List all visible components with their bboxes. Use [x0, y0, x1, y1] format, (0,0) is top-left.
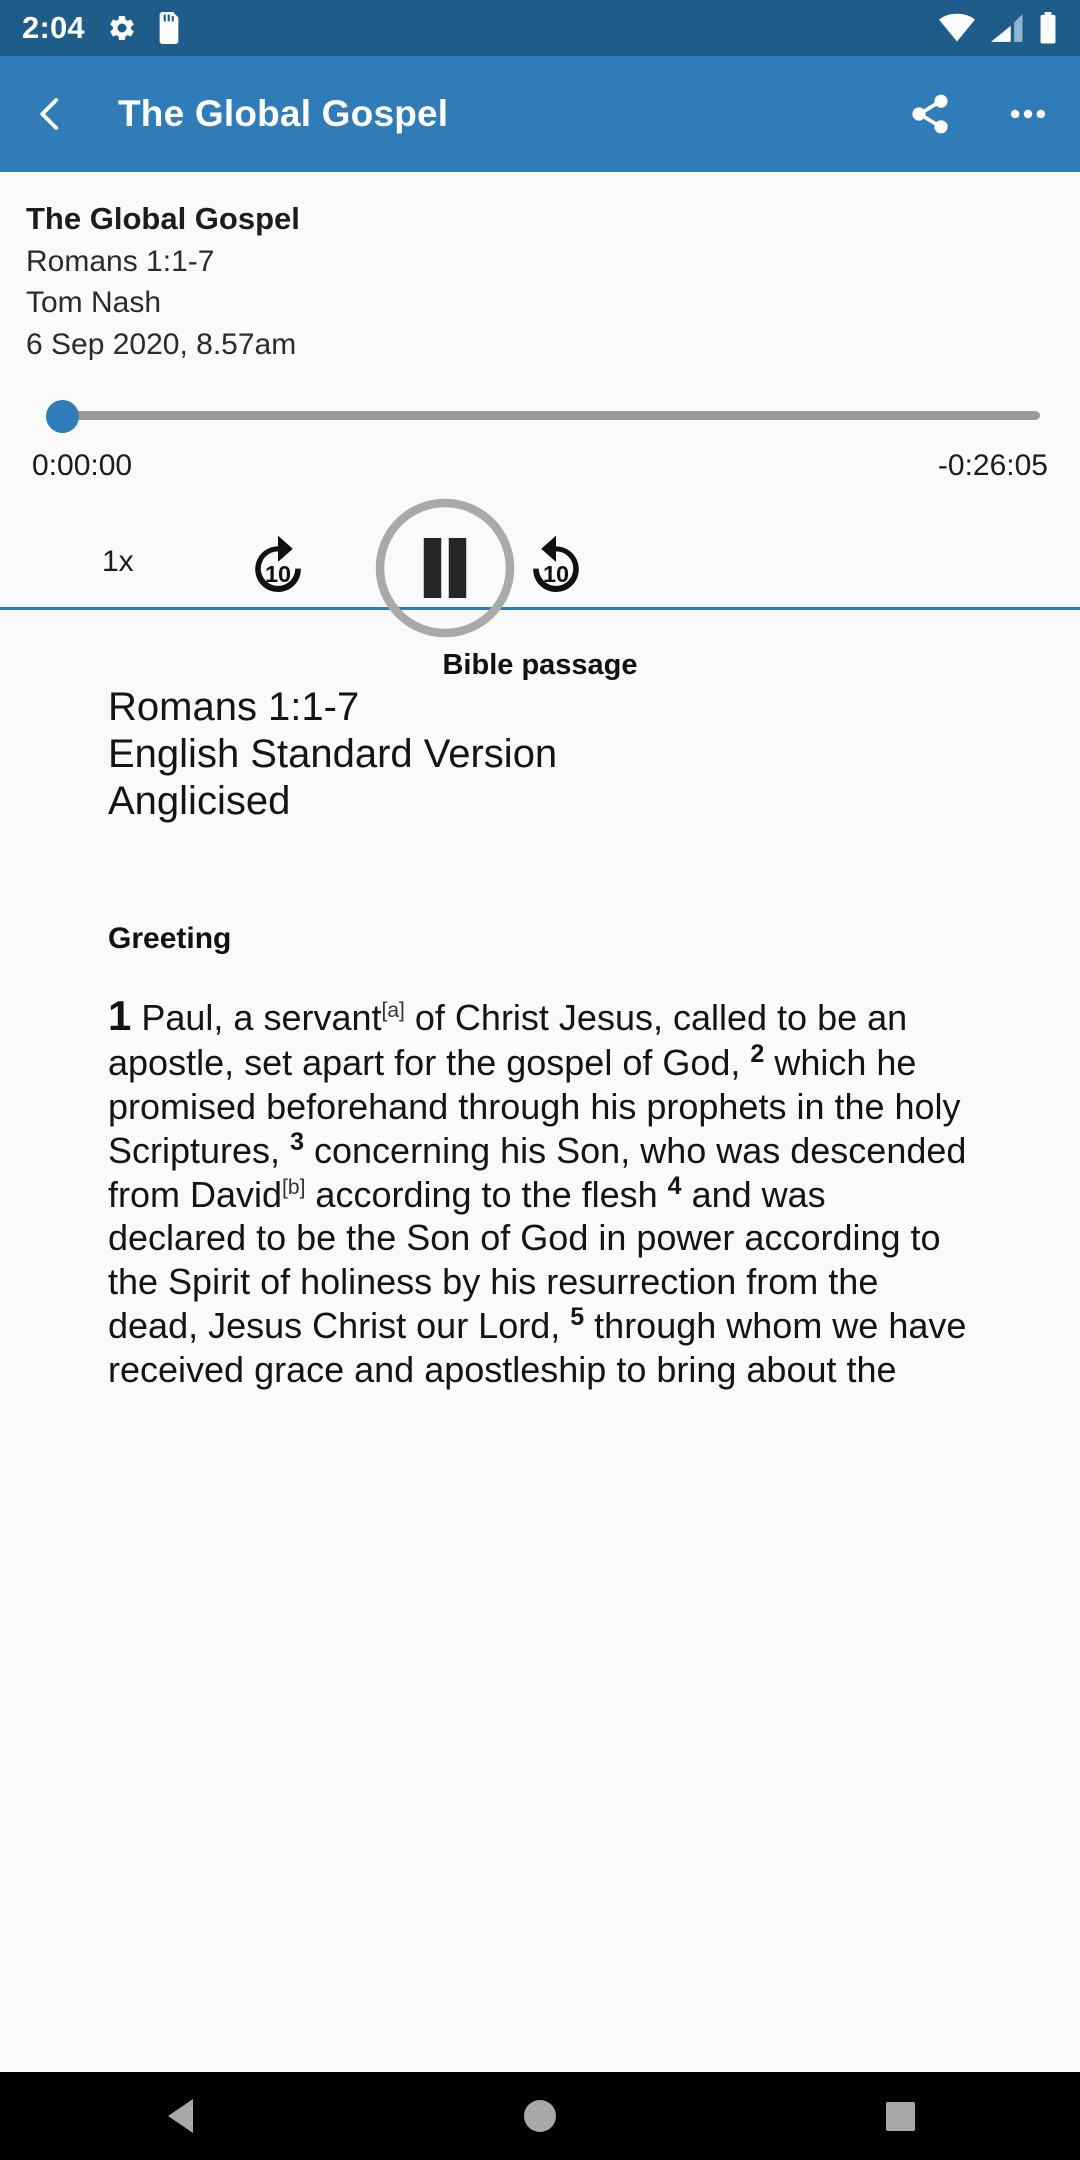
recents-square-icon	[885, 2101, 915, 2131]
nav-home-button[interactable]	[440, 2072, 640, 2160]
playback-speed-button[interactable]: 1x	[102, 545, 134, 579]
episode-title: The Global Gospel	[26, 201, 300, 236]
passage-body: 1 Paul, a servant[a] of Christ Jesus, ca…	[108, 990, 972, 1391]
verse-number: 1	[108, 992, 132, 1040]
back-button[interactable]	[30, 93, 72, 135]
status-bar: 2:04	[0, 0, 1080, 56]
episode-date: 6 Sep 2020, 8.57am	[26, 327, 297, 361]
system-navigation-bar	[0, 2072, 1080, 2160]
passage-reference: Romans 1:1-7	[108, 685, 360, 729]
transport-controls: 1x 10 10	[26, 493, 1054, 643]
share-icon	[912, 94, 948, 134]
home-circle-icon	[524, 2100, 556, 2132]
forward-10-icon: 10	[533, 535, 579, 592]
verse-number: 4	[667, 1171, 682, 1200]
status-system-icons	[938, 12, 1058, 44]
back-triangle-icon	[167, 2099, 193, 2133]
app-bar: The Global Gospel	[0, 56, 1080, 172]
tab-bible-passage[interactable]: Bible passage	[26, 649, 1054, 682]
skip-forward-10-button[interactable]: 10	[519, 531, 593, 610]
share-button[interactable]	[908, 92, 952, 136]
footnote-marker-b[interactable]: [b]	[282, 1176, 305, 1199]
remaining-time: -0:26:05	[937, 448, 1048, 482]
verse-text: Paul, a servant	[141, 997, 382, 1039]
passage-version-line-2: Anglicised	[108, 778, 291, 823]
app-bar-actions	[908, 92, 1050, 136]
more-options-button[interactable]	[1006, 92, 1050, 136]
gear-icon	[110, 15, 134, 41]
sd-card-icon	[159, 12, 179, 44]
passage-version-line-1: English Standard Version	[108, 731, 558, 776]
app-bar-title: The Global Gospel	[118, 93, 449, 134]
battery-icon	[1040, 12, 1056, 44]
verse-number: 5	[570, 1302, 585, 1331]
audio-player: The Global Gospel Romans 1:1-7 Tom Nash …	[0, 172, 1080, 681]
status-notification-icons	[107, 12, 181, 44]
svg-text:10: 10	[265, 561, 291, 587]
nav-back-button[interactable]	[80, 2072, 280, 2160]
footnote-marker-a[interactable]: [a]	[382, 999, 405, 1022]
status-clock: 2:04	[22, 10, 85, 45]
verse-text-cont: according to the flesh	[305, 1173, 658, 1215]
chevron-left-icon	[40, 98, 59, 130]
seek-thumb[interactable]	[46, 399, 79, 433]
passage-section-heading: Greeting	[108, 922, 232, 956]
verse-number: 3	[290, 1127, 304, 1156]
pause-icon	[375, 498, 515, 638]
replay-10-icon: 10	[255, 535, 301, 592]
more-options-icon	[1010, 109, 1046, 119]
seek-bar[interactable]	[26, 387, 1054, 443]
skip-back-10-button[interactable]: 10	[241, 531, 315, 610]
nav-recents-button[interactable]	[800, 2072, 1000, 2160]
svg-text:10: 10	[543, 561, 569, 587]
wifi-icon	[938, 13, 976, 42]
elapsed-time: 0:00:00	[32, 448, 133, 482]
episode-reference: Romans 1:1-7	[26, 244, 215, 278]
seek-track[interactable]	[52, 410, 1040, 420]
episode-speaker: Tom Nash	[26, 286, 162, 320]
phone-screen: 2:04 The Global Gospel The Global Gospel…	[0, 0, 1080, 2160]
bible-passage-panel: Romans 1:1-7 English Standard Version An…	[0, 610, 1080, 1484]
cellular-signal-icon	[990, 14, 1023, 42]
verse-number: 2	[750, 1040, 765, 1069]
time-row: 0:00:00 -0:26:05	[26, 449, 1054, 483]
play-pause-button[interactable]	[370, 493, 520, 648]
